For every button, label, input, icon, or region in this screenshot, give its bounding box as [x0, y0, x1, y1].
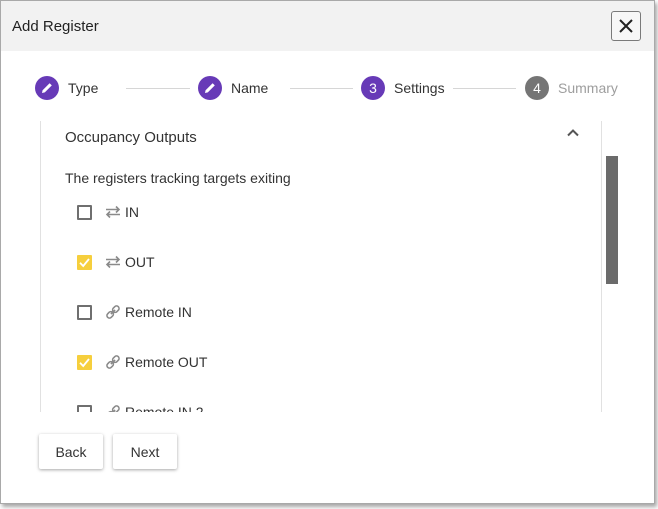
option-label: IN: [125, 204, 139, 220]
scrollbar-thumb[interactable]: [606, 156, 618, 284]
back-button[interactable]: Back: [39, 434, 103, 469]
step-settings-label: Settings: [394, 80, 445, 96]
next-button[interactable]: Next: [113, 434, 177, 469]
checkmark-icon: [79, 257, 90, 267]
link-icon: [105, 355, 121, 369]
pencil-icon: [42, 83, 52, 93]
occupancy-outputs-panel: Occupancy Outputs The registers tracking…: [40, 121, 602, 412]
dialog-title: Add Register: [12, 18, 99, 35]
option-label: OUT: [125, 254, 155, 270]
step-summary-label: Summary: [558, 80, 618, 96]
step-name[interactable]: Name: [198, 76, 268, 100]
section-description: The registers tracking targets exiting: [65, 170, 291, 186]
section-title: Occupancy Outputs: [65, 129, 197, 146]
dialog-title-bar: Add Register: [1, 1, 654, 51]
step-type-circle: [35, 76, 59, 100]
option-in[interactable]: IN: [77, 202, 139, 222]
transfer-arrows-icon: [105, 255, 121, 269]
checkbox-checked[interactable]: [77, 254, 92, 270]
step-type-label: Type: [68, 80, 99, 96]
step-name-circle: [198, 76, 222, 100]
option-remote-in[interactable]: Remote IN: [77, 302, 192, 322]
step-settings-number: 3: [361, 76, 385, 100]
step-connector: [453, 88, 516, 89]
chevron-up-icon[interactable]: [565, 125, 581, 141]
close-button[interactable]: [611, 11, 641, 41]
link-icon: [105, 405, 121, 412]
checkbox-checked[interactable]: [77, 354, 92, 370]
step-connector: [126, 88, 190, 89]
step-type[interactable]: Type: [35, 76, 98, 100]
option-remote-in-2[interactable]: Remote IN 2: [77, 402, 204, 412]
checkbox[interactable]: [77, 304, 92, 320]
step-name-label: Name: [231, 80, 269, 96]
step-summary-number: 4: [525, 76, 549, 100]
option-out[interactable]: OUT: [77, 252, 155, 272]
option-label: Remote IN: [125, 304, 192, 320]
checkbox[interactable]: [77, 204, 92, 220]
add-register-dialog: Add Register Type Name 3 Settings 4 Summ…: [0, 0, 655, 504]
option-label: Remote OUT: [125, 354, 208, 370]
link-icon: [105, 305, 121, 319]
option-remote-out[interactable]: Remote OUT: [77, 352, 207, 372]
checkmark-icon: [79, 357, 90, 367]
step-summary[interactable]: 4 Summary: [525, 76, 618, 100]
step-settings[interactable]: 3 Settings: [361, 76, 445, 100]
pencil-icon: [205, 83, 215, 93]
close-icon: [619, 19, 633, 33]
checkbox[interactable]: [77, 404, 92, 412]
step-connector: [290, 88, 353, 89]
transfer-arrows-icon: [105, 205, 121, 219]
option-label: Remote IN 2: [125, 404, 204, 412]
